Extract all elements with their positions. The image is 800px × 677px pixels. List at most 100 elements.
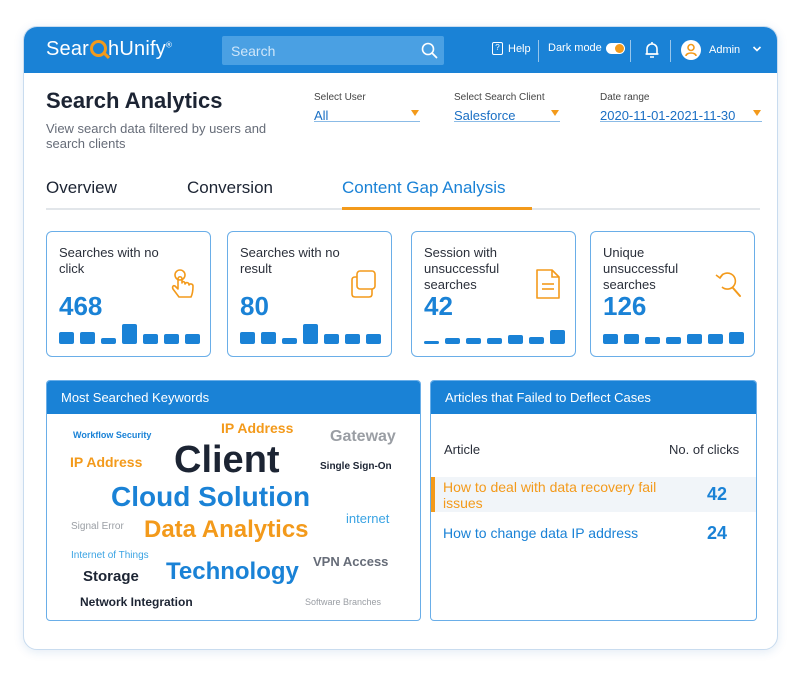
filter-label: Select Search Client <box>454 92 545 103</box>
mini-bar <box>303 324 318 344</box>
column-header-article: Article <box>444 442 481 457</box>
dropdown-arrow-icon[interactable] <box>411 110 419 116</box>
mini-bar <box>603 334 618 344</box>
keyword[interactable]: VPN Access <box>313 554 388 569</box>
mini-bar <box>708 334 723 344</box>
search-icon[interactable] <box>421 42 438 59</box>
articles-panel: Articles that Failed to Deflect Cases Ar… <box>430 380 757 621</box>
mini-bar <box>666 337 681 344</box>
user-name[interactable]: Admin <box>709 44 740 56</box>
mini-bar <box>487 338 502 344</box>
metric-card-no-click[interactable]: Searches with no click 468 <box>46 231 211 357</box>
metric-value: 126 <box>603 291 647 321</box>
keyword[interactable]: IP Address <box>221 420 293 436</box>
help-link[interactable]: ? Help <box>492 42 531 55</box>
dropdown-arrow-icon[interactable] <box>551 110 559 116</box>
search-box <box>222 36 444 65</box>
mini-bar <box>185 334 200 344</box>
filter-underline <box>454 121 560 122</box>
mini-bar <box>282 338 297 344</box>
copy-squares-icon <box>351 270 376 298</box>
keyword[interactable]: Cloud Solution <box>111 481 310 513</box>
help-label: Help <box>508 42 531 55</box>
mini-bar-chart <box>240 320 381 344</box>
mini-bar <box>164 334 179 344</box>
keyword[interactable]: Technology <box>166 558 299 586</box>
divider <box>538 40 539 62</box>
avatar[interactable] <box>681 40 701 60</box>
metric-value: 80 <box>240 291 269 321</box>
filter-select-user[interactable]: Select User All <box>314 92 420 123</box>
dropdown-arrow-icon[interactable] <box>753 110 761 116</box>
mini-bar <box>59 332 74 344</box>
document-icon <box>536 269 560 299</box>
keyword[interactable]: Gateway <box>330 428 396 446</box>
logo-suffix: hUnify <box>108 38 166 60</box>
mini-bar <box>550 330 565 344</box>
metric-title: Searches with no result <box>240 245 340 276</box>
mini-bar-chart <box>424 320 565 344</box>
metric-title: Session with unsuccessful searches <box>424 245 500 292</box>
filter-date-range[interactable]: Date range 2020-11-01-2021-11-30 <box>600 92 762 123</box>
mini-bar <box>529 337 544 344</box>
keyword[interactable]: Software Branches <box>305 597 381 607</box>
toggle-switch[interactable] <box>605 42 625 54</box>
metric-card-unsuccessful-sessions[interactable]: Session with unsuccessful searches 42 <box>411 231 576 357</box>
tab-content-gap-analysis[interactable]: Content Gap Analysis <box>342 178 505 198</box>
keyword[interactable]: Storage <box>83 568 139 585</box>
divider <box>630 40 631 62</box>
mini-bar <box>624 334 639 344</box>
filter-label: Select User <box>314 92 366 103</box>
table-row[interactable]: How to change data IP address 24 <box>431 521 756 545</box>
keyword[interactable]: Internet of Things <box>71 550 149 561</box>
search-refresh-icon <box>715 272 741 297</box>
keyword[interactable]: IP Address <box>70 454 142 470</box>
hand-tap-icon <box>171 269 194 298</box>
mini-bar-chart <box>603 320 744 344</box>
tab-overview[interactable]: Overview <box>46 178 117 198</box>
keyword[interactable]: internet <box>346 511 389 526</box>
mini-bar-chart <box>59 320 200 344</box>
page-subtitle: View search data filtered by users and s… <box>46 121 267 151</box>
dark-mode-label: Dark mode <box>548 42 602 54</box>
panel-header: Articles that Failed to Deflect Cases <box>431 381 756 414</box>
mini-bar <box>445 338 460 344</box>
click-count: 42 <box>707 484 728 504</box>
logo-prefix: Sear <box>46 38 90 60</box>
metric-card-no-result[interactable]: Searches with no result 80 <box>227 231 392 357</box>
column-header-clicks: No. of clicks <box>669 442 740 457</box>
mini-bar <box>80 332 95 344</box>
dark-mode-toggle[interactable]: Dark mode <box>548 42 625 54</box>
mini-bar <box>122 324 137 344</box>
article-link[interactable]: How to deal with data recovery fail issu… <box>443 479 683 511</box>
logo[interactable]: Sear hUnify® <box>46 38 172 61</box>
user-icon <box>685 43 697 57</box>
table-row[interactable]: How to deal with data recovery fail issu… <box>431 477 756 512</box>
help-icon: ? <box>492 42 503 55</box>
mini-bar <box>466 338 481 344</box>
article-link[interactable]: How to change data IP address <box>443 525 703 541</box>
filter-label: Date range <box>600 92 650 103</box>
chevron-down-icon[interactable] <box>752 44 762 54</box>
keyword[interactable]: Workflow Security <box>73 430 151 440</box>
tab-active-indicator <box>342 207 532 210</box>
keyword[interactable]: Signal Error <box>71 521 124 532</box>
search-input[interactable] <box>222 36 412 65</box>
panel-header: Most Searched Keywords <box>47 381 420 414</box>
mini-bar <box>366 334 381 344</box>
tab-conversion[interactable]: Conversion <box>187 178 273 198</box>
filter-select-search-client[interactable]: Select Search Client Salesforce <box>454 92 560 123</box>
metric-card-unique-unsuccessful[interactable]: Unique unsuccessful searches 126 <box>590 231 755 357</box>
page-title: Search Analytics <box>46 88 223 113</box>
keyword[interactable]: Client <box>174 439 280 482</box>
mini-bar <box>261 332 276 344</box>
keyword[interactable]: Single Sign-On <box>320 461 392 472</box>
metric-value: 468 <box>59 291 103 321</box>
mini-bar <box>240 332 255 344</box>
click-count: 24 <box>707 523 728 543</box>
bell-icon[interactable] <box>644 41 660 59</box>
mini-bar <box>424 341 439 344</box>
filter-underline <box>314 121 420 122</box>
keyword[interactable]: Network Integration <box>80 595 193 609</box>
keyword[interactable]: Data Analytics <box>144 516 309 544</box>
